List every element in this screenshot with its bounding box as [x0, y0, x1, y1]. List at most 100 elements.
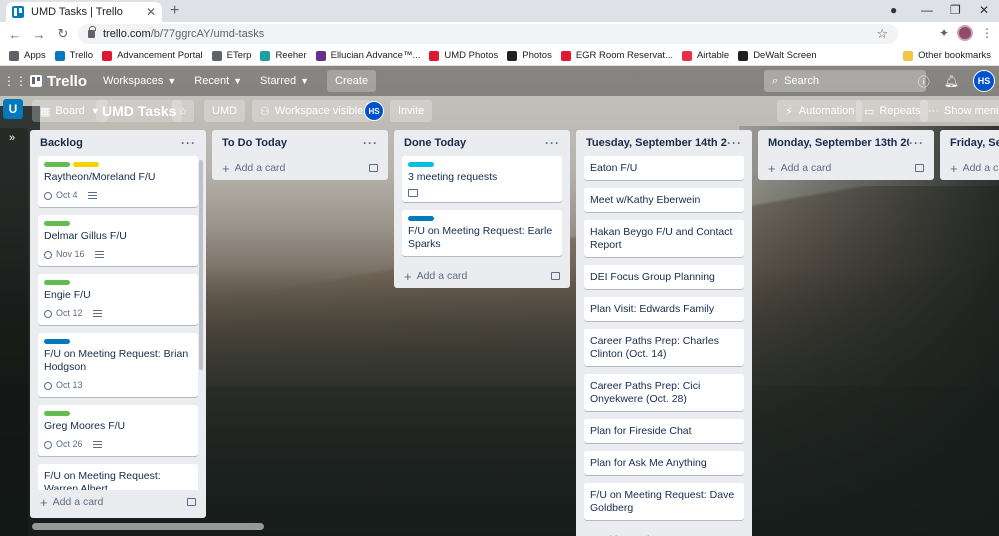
card[interactable]: Delmar Gillus F/U Nov 16 — [38, 215, 198, 266]
card-label[interactable] — [408, 162, 434, 167]
card[interactable]: Plan for Fireside Chat — [584, 419, 744, 443]
card[interactable]: Hakan Beygo F/U and Contact Report — [584, 220, 744, 257]
list-menu-icon[interactable]: ··· — [545, 136, 560, 150]
card[interactable]: F/U on Meeting Request: Earle Sparks — [402, 210, 562, 256]
window-close-icon[interactable]: ✕ — [979, 3, 989, 17]
list-header[interactable]: Done Today ··· — [394, 130, 570, 156]
list-header[interactable]: Friday, September 10th 2021 — [940, 130, 999, 156]
bookmark-item[interactable]: DeWalt Screen — [738, 50, 817, 61]
card[interactable]: Greg Moores F/U Oct 26 — [38, 405, 198, 456]
add-card-button[interactable]: +Add a card — [394, 264, 570, 288]
card[interactable]: F/U on Meeting Request: Dave Goldberg — [584, 483, 744, 520]
other-bookmarks[interactable]: Other bookmarks — [903, 50, 991, 61]
list-title[interactable]: Monday, September 13th 2021 — [768, 137, 909, 149]
profile-avatar[interactable] — [957, 25, 973, 41]
automation-button[interactable]: ⚡︎ Automation — [777, 100, 863, 122]
profile-dot-icon[interactable]: ● — [890, 3, 897, 17]
add-card-button[interactable]: +Add a card — [212, 156, 388, 180]
recent-menu[interactable]: Recent ▼ — [194, 75, 242, 87]
card[interactable]: F/U on Meeting Request: Warren AlbertOct… — [38, 464, 198, 490]
new-tab-icon[interactable]: + — [170, 2, 179, 20]
card-label[interactable] — [73, 162, 99, 167]
visibility-button[interactable]: ⚇ Workspace visible — [252, 100, 372, 122]
card-label[interactable] — [44, 162, 70, 167]
star-board-icon[interactable]: ☆ — [172, 100, 194, 122]
maximize-icon[interactable]: ❐ — [950, 3, 961, 17]
list-title[interactable]: Tuesday, September 14th 2021 — [586, 137, 727, 149]
card-template-icon[interactable] — [551, 272, 560, 280]
card[interactable]: Engie F/U Oct 12 — [38, 274, 198, 325]
browser-tab[interactable]: UMD Tasks | Trello ✕ — [6, 2, 162, 22]
bookmark-item[interactable]: Trello — [54, 50, 93, 61]
search-input[interactable]: ⌕ Search — [764, 70, 926, 92]
reload-icon[interactable]: ↻ — [54, 26, 72, 42]
bookmark-item[interactable]: Airtable — [681, 50, 729, 61]
show-menu-button[interactable]: ··· Show menu — [920, 100, 999, 122]
card-label[interactable] — [44, 221, 70, 226]
due-date-badge[interactable]: Oct 13 — [44, 379, 83, 392]
due-date-badge[interactable]: Oct 12 — [44, 307, 83, 320]
list-header[interactable]: Monday, September 13th 2021··· — [758, 130, 934, 156]
bookmark-item[interactable]: Reeher — [260, 50, 307, 61]
add-card-button[interactable]: +Add a card — [30, 490, 206, 514]
card[interactable]: Plan Visit: Edwards Family — [584, 297, 744, 321]
card-template-icon[interactable] — [915, 164, 924, 172]
card-label[interactable] — [44, 339, 70, 344]
list-menu-icon[interactable]: ··· — [909, 136, 924, 150]
card[interactable]: Plan for Ask Me Anything — [584, 451, 744, 475]
card-label[interactable] — [408, 216, 434, 221]
bookmark-item[interactable]: UMD Photos — [429, 50, 498, 61]
create-button[interactable]: Create — [327, 70, 377, 92]
list-menu-icon[interactable]: ··· — [181, 136, 196, 150]
list-header[interactable]: Tuesday, September 14th 2021··· — [576, 130, 752, 156]
due-date-badge[interactable]: Oct 4 — [44, 189, 78, 202]
due-date-badge[interactable]: Oct 26 — [44, 438, 83, 451]
card[interactable]: DEI Focus Group Planning — [584, 265, 744, 289]
bookmark-item[interactable]: Photos — [507, 50, 552, 61]
card[interactable]: Eaton F/U — [584, 156, 744, 180]
list-menu-icon[interactable]: ··· — [363, 136, 378, 150]
board-horizontal-scrollbar[interactable] — [32, 523, 264, 530]
list-header[interactable]: To Do Today ··· — [212, 130, 388, 156]
workspace-badge[interactable]: U — [3, 99, 23, 119]
add-card-button[interactable]: +Add a card — [576, 528, 752, 536]
minimize-icon[interactable]: — — [921, 3, 933, 17]
list-title[interactable]: Backlog — [40, 137, 83, 149]
starred-menu[interactable]: Starred ▼ — [260, 75, 309, 87]
user-avatar[interactable]: HS — [973, 70, 995, 92]
expand-sidebar-icon[interactable]: » — [9, 132, 15, 144]
address-bar[interactable]: trello.com/b/77ggrcAY/umd-tasks ☆ — [78, 24, 898, 44]
card-label[interactable] — [44, 411, 70, 416]
invite-button[interactable]: Invite — [390, 100, 433, 122]
card-template-icon[interactable] — [187, 498, 196, 506]
workspace-button[interactable]: UMD — [204, 100, 246, 122]
card-template-icon[interactable] — [369, 164, 378, 172]
list-title[interactable]: Done Today — [404, 137, 466, 149]
extensions-icon[interactable]: ✦ — [939, 26, 949, 40]
list-header[interactable]: Backlog ··· — [30, 130, 206, 156]
repeats-button[interactable]: ▭ Repeats — [856, 100, 929, 122]
card[interactable]: F/U on Meeting Request: Brian Hodgson Oct… — [38, 333, 198, 397]
card[interactable]: 3 meeting requests — [402, 156, 562, 202]
trello-logo[interactable]: Trello — [30, 73, 87, 90]
browser-menu-icon[interactable]: ⋮ — [981, 26, 993, 40]
bookmark-item[interactable]: ETerp — [211, 50, 251, 61]
due-date-badge[interactable]: Nov 16 — [44, 248, 85, 261]
card[interactable]: Career Paths Prep: Cici Onyekwere (Oct. … — [584, 374, 744, 411]
back-icon[interactable]: ← — [6, 27, 24, 42]
list-title[interactable]: To Do Today — [222, 137, 287, 149]
forward-icon[interactable]: → — [30, 27, 48, 42]
notifications-bell-icon[interactable]: 🔔︎ — [944, 74, 959, 88]
sidebar-collapsed[interactable]: » — [0, 128, 28, 536]
board-title[interactable]: UMD Tasks — [96, 100, 183, 122]
bookmark-item[interactable]: Apps — [9, 50, 46, 61]
backlog-scrollbar[interactable] — [199, 160, 203, 370]
list-menu-icon[interactable]: ··· — [727, 136, 742, 150]
app-switcher-icon[interactable]: ⋮⋮ — [0, 74, 30, 88]
bookmark-item[interactable]: Ellucian Advance™... — [315, 50, 420, 61]
bookmark-star-icon[interactable]: ☆ — [876, 26, 888, 42]
bookmark-item[interactable]: Advancement Portal — [102, 50, 203, 61]
info-icon[interactable]: ⓘ — [918, 73, 930, 90]
workspaces-menu[interactable]: Workspaces ▼ — [103, 75, 176, 87]
add-card-button[interactable]: +Add a card — [758, 156, 934, 180]
